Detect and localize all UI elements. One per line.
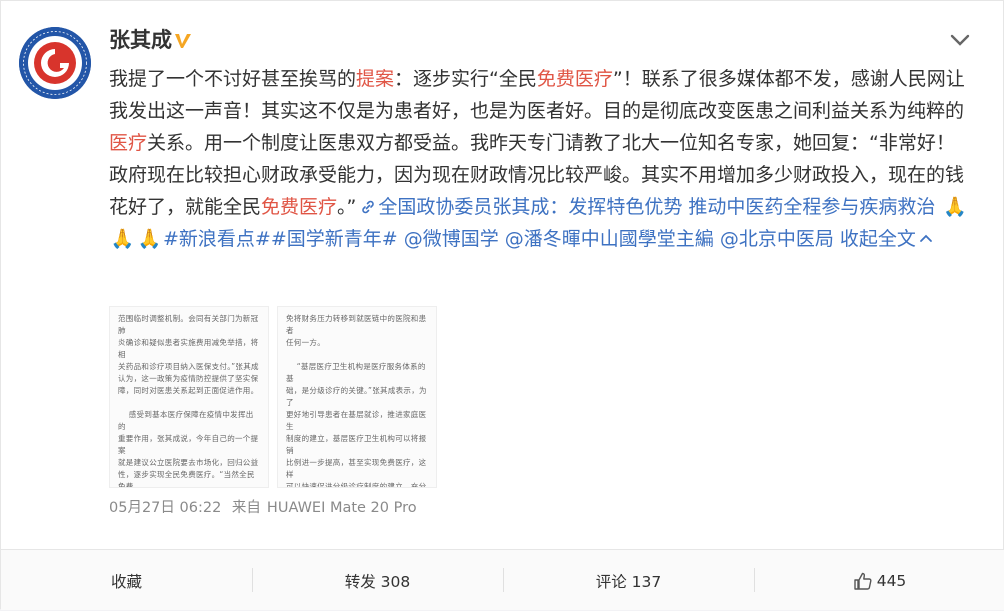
avatar[interactable] (19, 27, 91, 99)
image-text: 范围临时调整机制。会同有关部门为新冠肺 炎确诊和疑似患者实施费用减免举措，将相 … (118, 314, 259, 488)
like-button[interactable]: 445 (754, 550, 1004, 611)
chevron-up-icon (920, 234, 932, 242)
weibo-post-card: 张其成 我提了一个不讨好甚至挨骂的提案：逐步实行“全民免费医疗”！联系了很多媒体… (0, 0, 1004, 610)
collapse-label[interactable]: 收起全文 (840, 228, 916, 250)
image-text: 免将财务压力转移到就医链中的医院和患者 任何一方。 “基层医疗卫生机构是医疗服务… (286, 314, 427, 488)
post-images: 范围临时调整机制。会同有关部门为新冠肺 炎确诊和疑似患者实施费用减免举措，将相 … (109, 306, 549, 488)
source-prefix: 来自 (231, 500, 261, 516)
article-link[interactable]: 全国政协委员张其成：发挥特色优势 推动中医药全程参与疾病救治 (356, 196, 935, 218)
keyword-link[interactable]: 免费医疗 (537, 68, 613, 90)
keyword-link[interactable]: 医疗 (109, 132, 147, 154)
repost-label: 转发 308 (344, 572, 411, 591)
article-link-text[interactable]: 全国政协委员张其成：发挥特色优势 推动中医药全程参与疾病救治 (378, 196, 935, 218)
thumbs-up-icon (854, 572, 872, 590)
post-date[interactable]: 05月27日 06:22 (109, 500, 221, 516)
keyword-link[interactable]: 免费医疗 (261, 196, 337, 218)
repost-button[interactable]: 转发 308 (252, 550, 503, 611)
collapse-button[interactable]: 收起全文 (840, 228, 933, 250)
keyword-link[interactable]: 提案 (356, 68, 394, 90)
mention-link[interactable]: @微博国学 (404, 228, 499, 250)
chevron-down-icon[interactable] (947, 29, 973, 51)
post-image-right[interactable]: 免将财务压力转移到就医链中的医院和患者 任何一方。 “基层医疗卫生机构是医疗服务… (277, 306, 437, 488)
like-count: 445 (876, 571, 907, 590)
pray-emoji-icon: 🙏 (137, 228, 162, 250)
pray-emoji-icon: 🙏 (110, 228, 135, 250)
post-meta: 05月27日 06:22 来自 HUAWEI Mate 20 Pro (109, 498, 423, 518)
mention-link[interactable]: @潘冬暉中山國學堂主編 (505, 228, 714, 250)
post-text-part: 。” (337, 196, 357, 218)
hashtag-link[interactable]: #国学新青年# (271, 228, 398, 250)
favorite-label: 收藏 (110, 572, 142, 591)
pray-emoji-icon: 🙏 (943, 196, 967, 218)
link-icon (362, 200, 375, 214)
favorite-button[interactable]: 收藏 (1, 550, 252, 611)
avatar-logo-icon (19, 27, 91, 99)
post-source: HUAWEI Mate 20 Pro (266, 500, 417, 516)
post-image-left[interactable]: 范围临时调整机制。会同有关部门为新冠肺 炎确诊和疑似患者实施费用减免举措，将相 … (109, 306, 269, 488)
post-text-part: 我提了一个不讨好甚至挨骂的 (109, 68, 357, 90)
hashtag-link[interactable]: #新浪看点# (163, 228, 271, 250)
post-text-part: ：逐步实行“全民 (394, 68, 537, 90)
username[interactable]: 张其成 (109, 25, 172, 55)
mention-link[interactable]: @北京中医局 (720, 228, 834, 250)
post-body: 我提了一个不讨好甚至挨骂的提案：逐步实行“全民免费医疗”！联系了很多媒体都不发，… (109, 63, 969, 255)
verified-v-icon (175, 34, 191, 48)
action-bar: 收藏 转发 308 评论 137 445 (1, 549, 1004, 610)
comment-label: 评论 137 (595, 572, 662, 591)
comment-button[interactable]: 评论 137 (503, 550, 754, 611)
